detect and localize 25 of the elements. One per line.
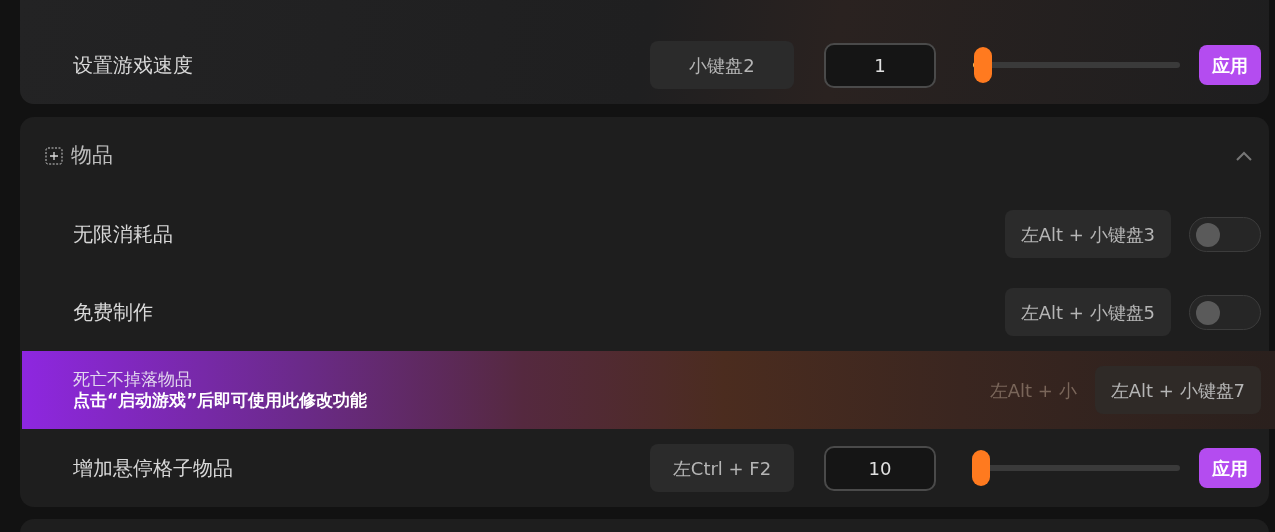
- hotkey-badge: 左Alt + 小键盘3: [1004, 210, 1171, 258]
- apply-button[interactable]: 应用: [1199, 45, 1261, 85]
- setting-label: 死亡不掉落物品: [73, 368, 192, 390]
- hotkey-badge: 左Alt + 小键盘5: [1004, 288, 1171, 336]
- section-title: 物品: [71, 142, 114, 170]
- notice-text: 点击“启动游戏”后即可使用此修改功能: [73, 390, 368, 412]
- setting-label: 无限消耗品: [73, 221, 174, 248]
- toggle-switch[interactable]: [1189, 216, 1261, 252]
- value-field[interactable]: 1: [824, 42, 936, 88]
- chevron-up-icon[interactable]: [1235, 150, 1253, 162]
- slider-thumb[interactable]: [972, 450, 991, 486]
- add-box-icon: [45, 147, 63, 165]
- hotkey-text: 左Alt + 小: [989, 378, 1077, 403]
- setting-label: 设置游戏速度: [73, 52, 194, 79]
- toggle-switch[interactable]: [1189, 294, 1261, 330]
- setting-label: 增加悬停格子物品: [73, 455, 234, 482]
- setting-label: 免费制作: [73, 299, 154, 326]
- slider-thumb[interactable]: [974, 47, 993, 83]
- hotkey-badge: 左Alt + 小键盘7: [1094, 366, 1261, 414]
- slider[interactable]: [973, 450, 1180, 486]
- slider[interactable]: [973, 47, 1180, 83]
- hotkey-badge: 左Ctrl + F2: [650, 444, 794, 492]
- apply-button[interactable]: 应用: [1199, 448, 1261, 488]
- value-field[interactable]: 10: [824, 445, 936, 491]
- hotkey-badge: 小键盘2: [650, 41, 794, 89]
